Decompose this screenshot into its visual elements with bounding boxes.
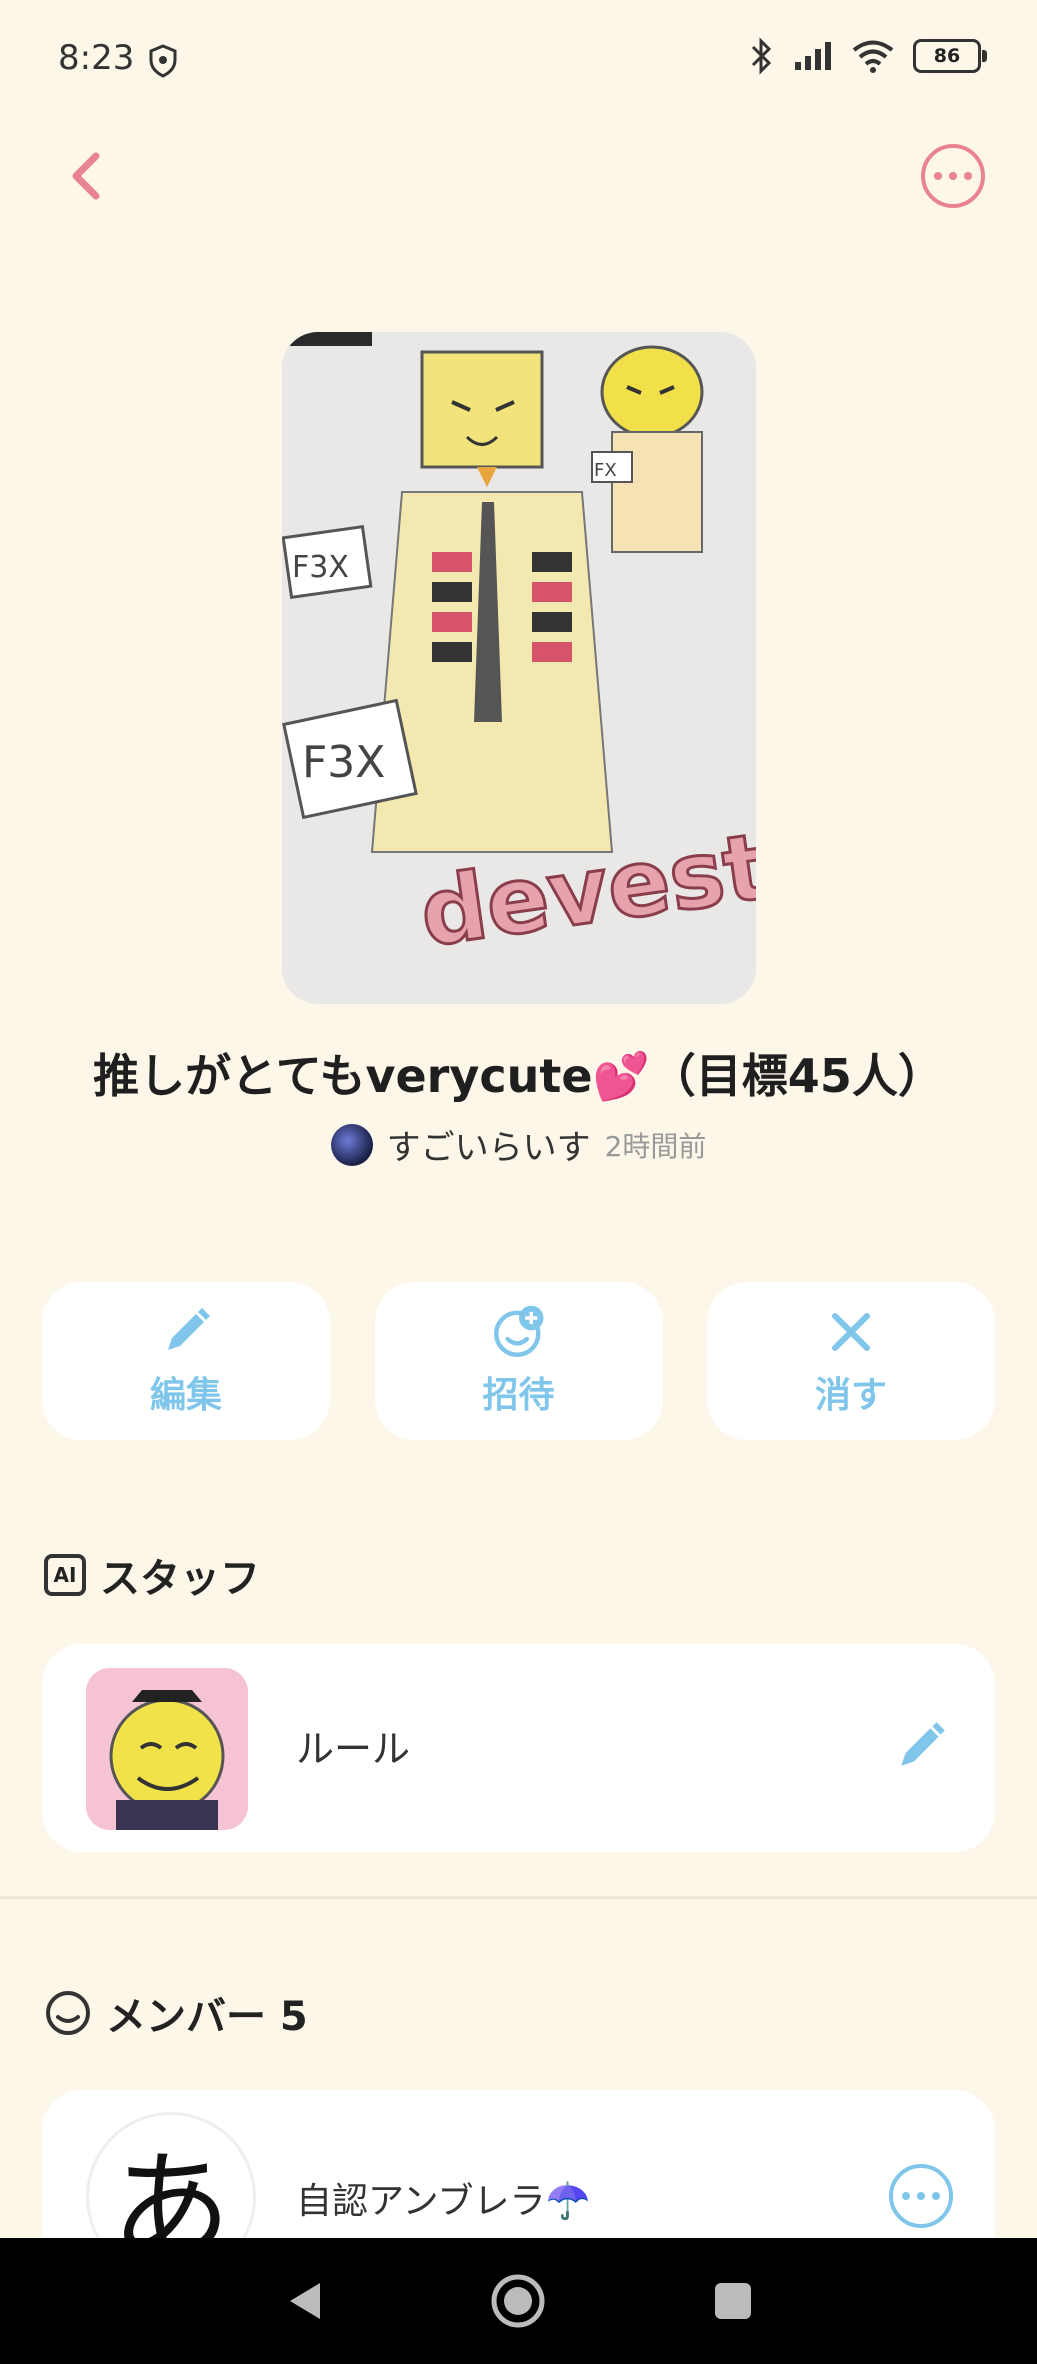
post-time: 2時間前: [604, 1129, 707, 1163]
nav-back-icon[interactable]: [282, 2277, 326, 2325]
staff-section-title: AI スタッフ: [44, 1546, 260, 1604]
invite-label: 招待: [482, 1375, 555, 1416]
delete-label: 消す: [814, 1375, 887, 1416]
bluetooth-icon: [751, 37, 772, 75]
cover-image: F3X F3X FX devest: [282, 332, 756, 1004]
more-options-button[interactable]: [921, 144, 985, 208]
members-heading: メンバー 5: [106, 1994, 308, 2040]
status-bar: 8:23 86: [0, 0, 1037, 120]
member-more-button[interactable]: [889, 2164, 953, 2228]
nav-home-icon[interactable]: [490, 2273, 546, 2329]
invite-smile-icon: [493, 1305, 543, 1357]
battery-level: 86: [933, 45, 961, 67]
section-divider: [0, 1896, 1037, 1899]
status-time: 8:23: [58, 38, 135, 78]
pencil-icon[interactable]: [893, 1716, 951, 1774]
signal-icon: [795, 42, 831, 70]
wifi-icon: [852, 40, 894, 73]
member-name: 自認アンブレラ☂️: [296, 2181, 591, 2222]
ai-badge-icon: AI: [44, 1554, 86, 1596]
staff-avatar: [86, 1668, 248, 1830]
post-title: 推しがとてもverycute💕（目標45人）: [93, 1049, 944, 1103]
author-name[interactable]: すごいらいす: [387, 1120, 591, 1169]
cover-sign-2: F3X: [302, 737, 385, 788]
staff-heading: スタッフ: [100, 1556, 260, 1602]
author-avatar[interactable]: [330, 1123, 373, 1166]
staff-item-name: ルール: [296, 1727, 411, 1771]
edit-label: 編集: [149, 1375, 222, 1416]
members-section-title: メンバー 5: [44, 1984, 308, 2042]
back-arrow-icon[interactable]: [58, 146, 118, 206]
nav-recents-icon[interactable]: [711, 2279, 755, 2323]
cover-sign-3: FX: [594, 460, 617, 481]
action-buttons: 編集 招待 消す: [42, 1282, 995, 1440]
pencil-icon: [168, 1308, 210, 1350]
top-nav: [0, 130, 1037, 220]
smile-icon: [46, 1991, 90, 2035]
cover-sign-1: F3X: [292, 550, 349, 585]
staff-card[interactable]: ルール: [42, 1644, 995, 1852]
edit-button[interactable]: 編集: [42, 1282, 330, 1440]
delete-button[interactable]: 消す: [707, 1282, 995, 1440]
invite-button[interactable]: 招待: [374, 1282, 663, 1440]
battery-indicator: 86: [913, 39, 987, 73]
system-nav-bar: [0, 2238, 1037, 2364]
shield-icon: [149, 44, 177, 78]
author-row[interactable]: すごいらいす 2時間前: [0, 1120, 1037, 1169]
close-icon: [832, 1313, 870, 1351]
